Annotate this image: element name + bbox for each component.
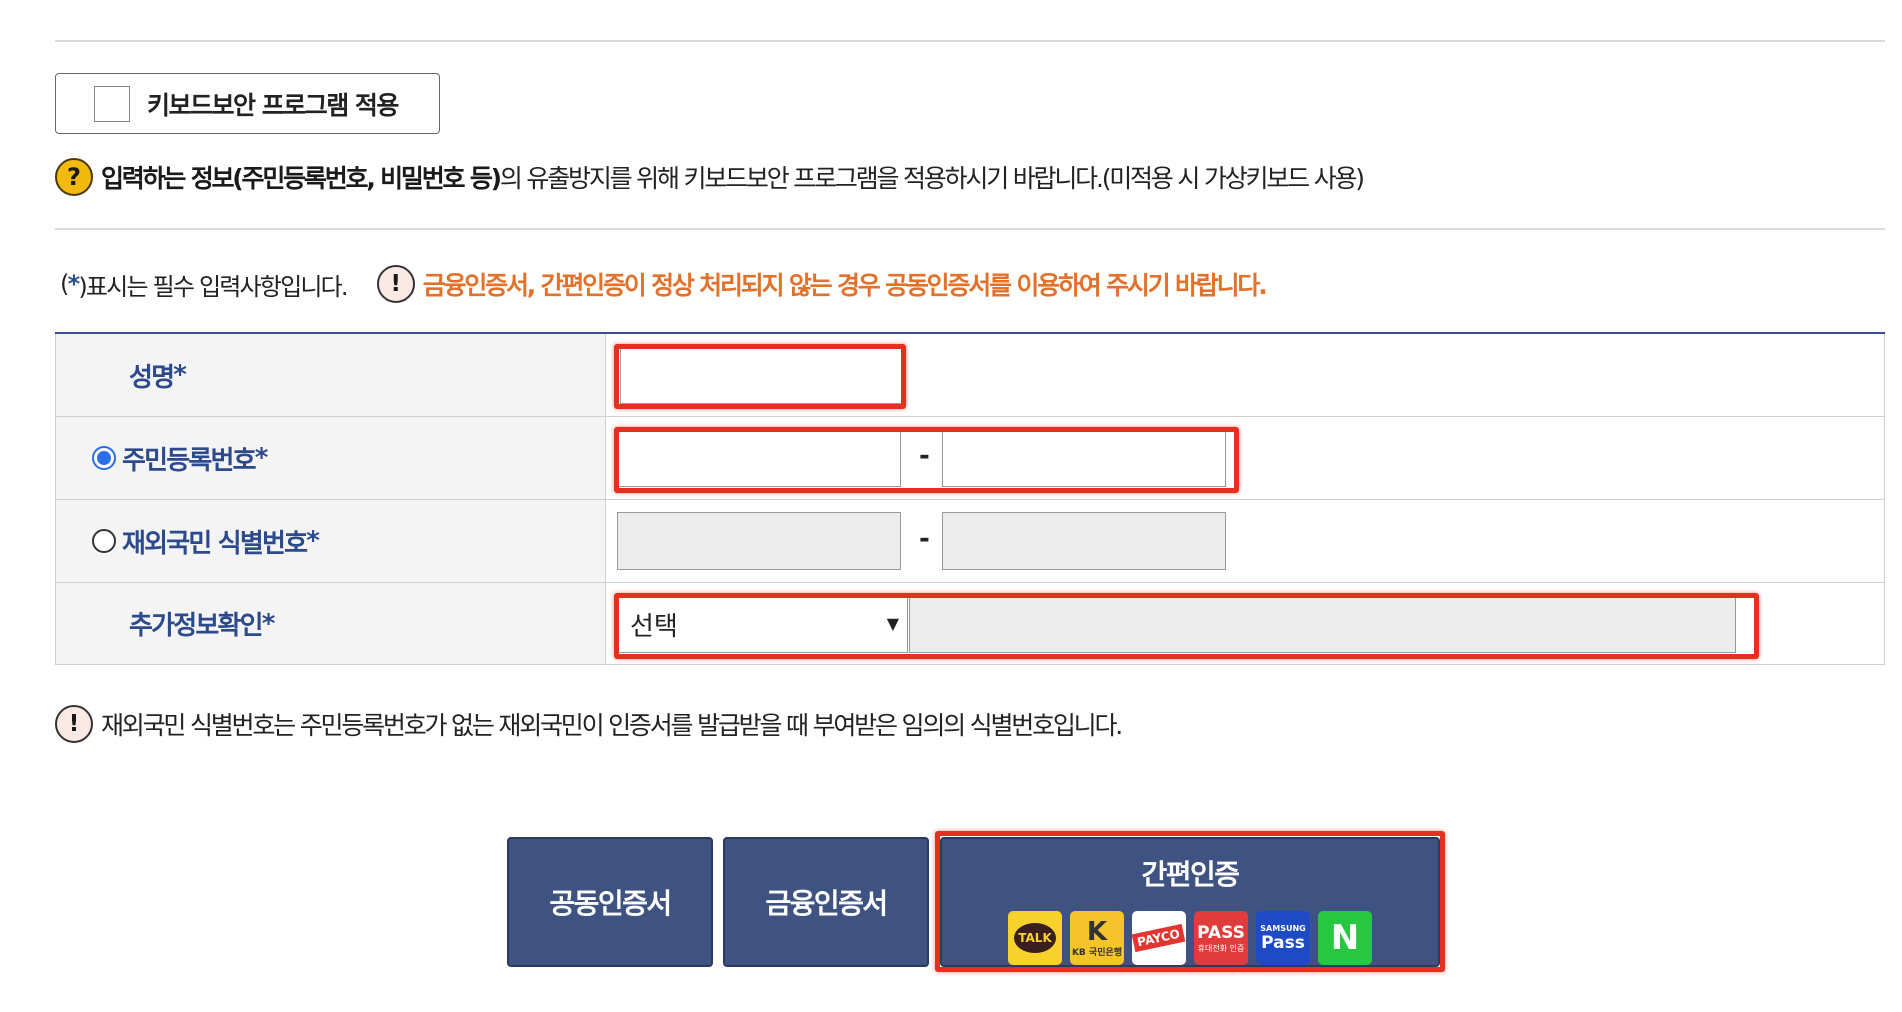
resident-number-back-input[interactable] [942,429,1226,487]
foreigner-header[interactable]: 재외국민 식별번호 * [55,500,606,582]
exclamation-icon: ! [55,705,93,743]
simple-auth-button[interactable]: 간편인증 TALK K KB 국민은행 PAYCO PASS 휴대전화 인증 S… [940,837,1440,967]
pass-icon: PASS 휴대전화 인증 [1194,911,1248,965]
extra-info-label: 추가정보확인 [129,611,264,641]
required-star-icon: * [306,526,320,556]
resident-radio[interactable] [92,446,116,470]
security-info-text: 의 유출방지를 위해 키보드보안 프로그램을 적용하시기 바랍니다.(미적용 시… [499,164,1365,193]
resident-row: 주민등록번호 * - [55,417,1885,500]
keyboard-security-label: 키보드보안 프로그램 적용 [147,90,399,120]
name-label: 성명 [129,362,175,393]
required-star-icon: * [261,608,276,639]
chevron-down-icon: ▼ [886,614,899,633]
resident-number-dash: - [919,441,930,471]
keyboard-security-toggle[interactable]: 키보드보안 프로그램 적용 [55,73,440,134]
resident-header[interactable]: 주민등록번호 * [55,417,606,499]
required-star-icon: * [173,360,187,390]
extra-info-input[interactable] [909,595,1736,653]
keyboard-security-checkbox[interactable] [94,85,130,122]
security-info-line: ? 입력하는 정보(주민등록번호, 비밀번호 등) 의 유출방지를 위해 키보드… [55,157,1365,197]
foreigner-radio[interactable] [92,529,116,553]
required-note-line: ( * )표시는 필수 입력사항입니다. ! 금융인증서, 간편인증이 정상 처… [60,264,1268,304]
foreigner-label: 재외국민 식별번호 [122,528,308,559]
resident-label: 주민등록번호 [122,445,257,476]
resident-cell: - [606,417,1885,499]
foreigner-note-text: 재외국민 식별번호는 주민등록번호가 없는 재외국민이 인증서를 발급받을 때 … [101,711,1123,740]
simple-auth-logos: TALK K KB 국민은행 PAYCO PASS 휴대전화 인증 SAMSUN… [1008,911,1372,965]
extra-info-select[interactable]: 선택 ▼ [617,595,908,653]
identity-form: 성명 * 주민등록번호 * - 재외국민 식별번호 * - 추가정보확인 * 선… [55,332,1885,665]
required-star-icon: * [254,443,269,473]
top-divider [55,40,1885,42]
foreigner-note-line: ! 재외국민 식별번호는 주민등록번호가 없는 재외국민이 인증서를 발급받을 … [55,704,1123,744]
payco-icon: PAYCO [1132,911,1186,965]
naver-icon: N [1318,911,1372,965]
foreigner-number-front-input[interactable] [617,512,901,570]
required-star-icon: * [67,270,81,298]
foreigner-row: 재외국민 식별번호 * - [55,500,1885,583]
name-header: 성명 * [55,334,606,416]
required-note-text: )표시는 필수 입력사항입니다. [78,272,348,301]
extra-info-row: 추가정보확인 * 선택 ▼ [55,583,1885,665]
kakaotalk-icon: TALK [1008,911,1062,965]
foreigner-number-dash: - [919,524,930,554]
simple-auth-label: 간편인증 [1141,858,1240,891]
name-row: 성명 * [55,334,1885,417]
extra-info-select-value: 선택 [630,611,678,642]
joint-certificate-button[interactable]: 공동인증서 [507,837,713,967]
question-icon: ? [55,158,93,196]
required-note-open: ( [60,270,69,298]
middle-divider [55,228,1885,230]
certificate-warning: 금융인증서, 간편인증이 정상 처리되지 않는 경우 공동인증서를 이용하여 주… [422,271,1268,300]
finance-certificate-button[interactable]: 금융인증서 [723,837,929,967]
exclamation-icon: ! [376,265,415,303]
kb-bank-icon: K KB 국민은행 [1070,911,1124,965]
extra-info-header: 추가정보확인 * [55,583,606,664]
foreigner-cell: - [606,500,1885,582]
name-input[interactable] [620,346,905,404]
resident-number-front-input[interactable] [617,429,901,487]
foreigner-number-back-input[interactable] [942,512,1226,570]
name-cell [606,334,1885,416]
security-info-bold: 입력하는 정보(주민등록번호, 비밀번호 등) [101,164,502,193]
extra-info-cell: 선택 ▼ [606,583,1885,664]
samsung-pass-icon: SAMSUNG Pass [1256,911,1310,965]
